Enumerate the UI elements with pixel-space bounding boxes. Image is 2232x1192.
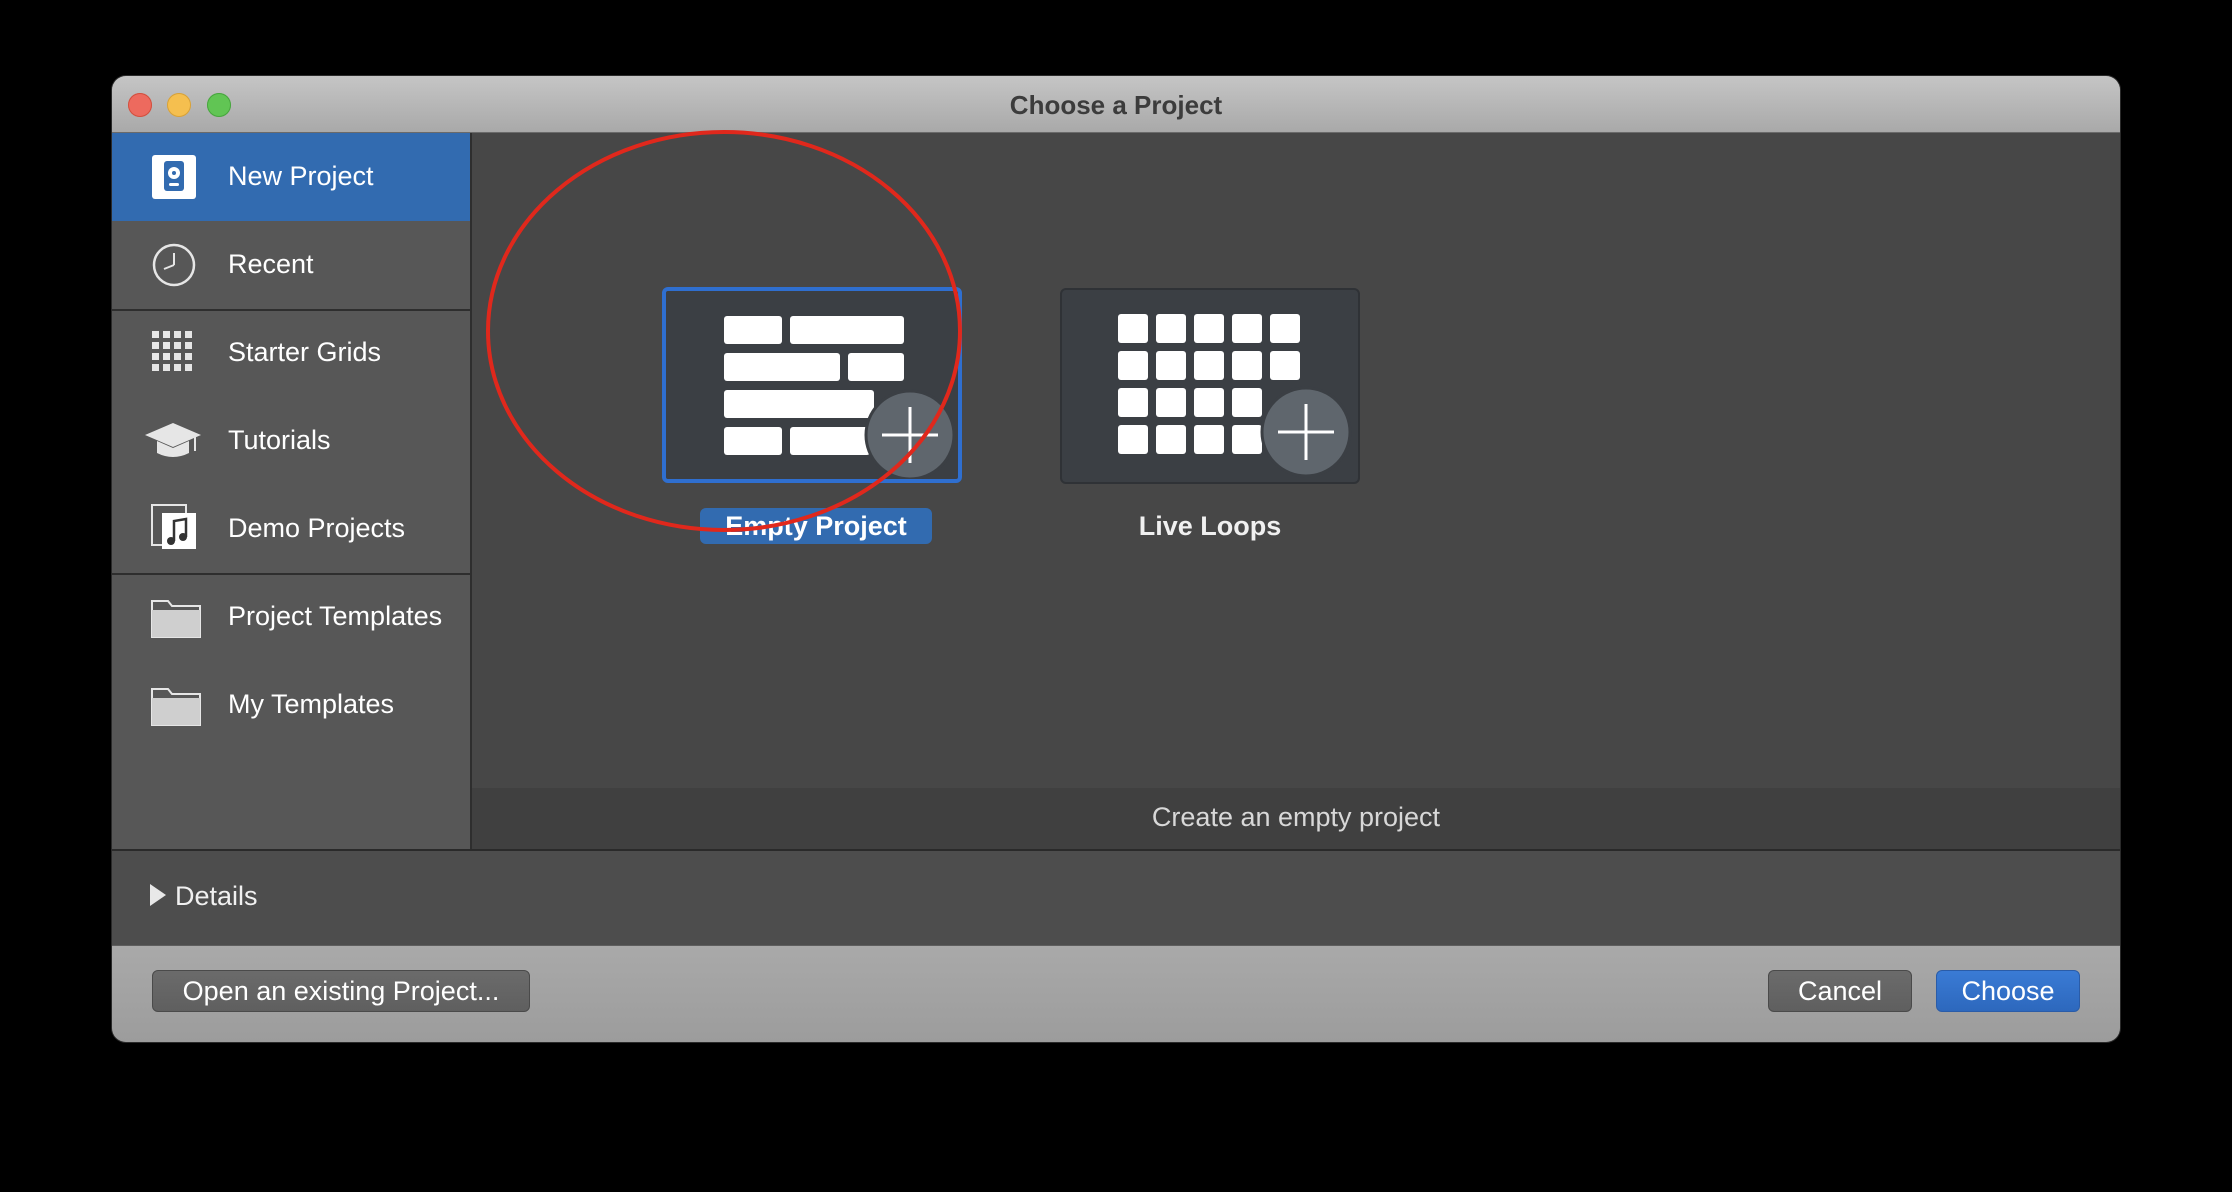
sidebar-item-label: My Templates xyxy=(228,689,395,719)
sidebar-item-recent[interactable]: Recent xyxy=(112,221,470,309)
sidebar-item-new-project[interactable]: New Project xyxy=(112,133,470,221)
details-section: Details xyxy=(112,849,2120,947)
choose-project-window: Choose a Project New Project Recent Star… xyxy=(112,76,2120,1042)
sidebar-item-demo-projects[interactable]: Demo Projects xyxy=(112,485,470,573)
live-loops-tile[interactable] xyxy=(1060,288,1360,484)
choose-button[interactable]: Choose xyxy=(1936,970,2080,1012)
sidebar-item-label: Demo Projects xyxy=(228,513,406,543)
grid-icon xyxy=(152,331,192,371)
live-loops-icon xyxy=(1118,314,1352,478)
clock-icon xyxy=(152,243,196,287)
sidebar-item-my-templates[interactable]: My Templates xyxy=(112,661,470,749)
project-description: Create an empty project xyxy=(1151,802,1441,832)
sidebar-item-starter-grids[interactable]: Starter Grids xyxy=(112,309,470,397)
empty-project-icon xyxy=(724,316,956,481)
window-title: Choose a Project xyxy=(1009,90,1223,120)
open-existing-project-button[interactable]: Open an existing Project... xyxy=(152,970,530,1012)
cancel-button[interactable]: Cancel xyxy=(1768,970,1912,1012)
details-toggle[interactable]: Details xyxy=(175,881,258,912)
sidebar-item-label: Project Templates xyxy=(228,601,443,631)
sidebar-item-label: Starter Grids xyxy=(228,337,382,367)
folder-icon xyxy=(151,600,201,638)
project-gallery: Empty Project Live Loops xyxy=(472,133,2120,788)
sidebar-item-label: New Project xyxy=(228,161,374,191)
sidebar-item-project-templates[interactable]: Project Templates xyxy=(112,573,470,661)
music-document-icon xyxy=(151,504,196,549)
empty-project-tile[interactable] xyxy=(662,287,962,483)
dialog-footer: Open an existing Project... Cancel Choos… xyxy=(112,945,2120,1042)
folder-icon xyxy=(151,688,201,726)
titlebar: Choose a Project xyxy=(112,76,2120,133)
live-loops-label[interactable]: Live Loops xyxy=(1084,508,1336,544)
sidebar: New Project Recent Starter Grids Tutoria… xyxy=(112,133,472,849)
sidebar-item-tutorials[interactable]: Tutorials xyxy=(112,397,470,485)
graduation-cap-icon xyxy=(145,423,201,457)
sidebar-item-label: Recent xyxy=(228,249,314,279)
new-project-icon xyxy=(152,155,196,199)
empty-project-label[interactable]: Empty Project xyxy=(700,508,932,544)
sidebar-item-label: Tutorials xyxy=(228,425,331,455)
disclosure-triangle-icon[interactable] xyxy=(150,884,166,906)
description-bar: Create an empty project xyxy=(472,788,2120,849)
